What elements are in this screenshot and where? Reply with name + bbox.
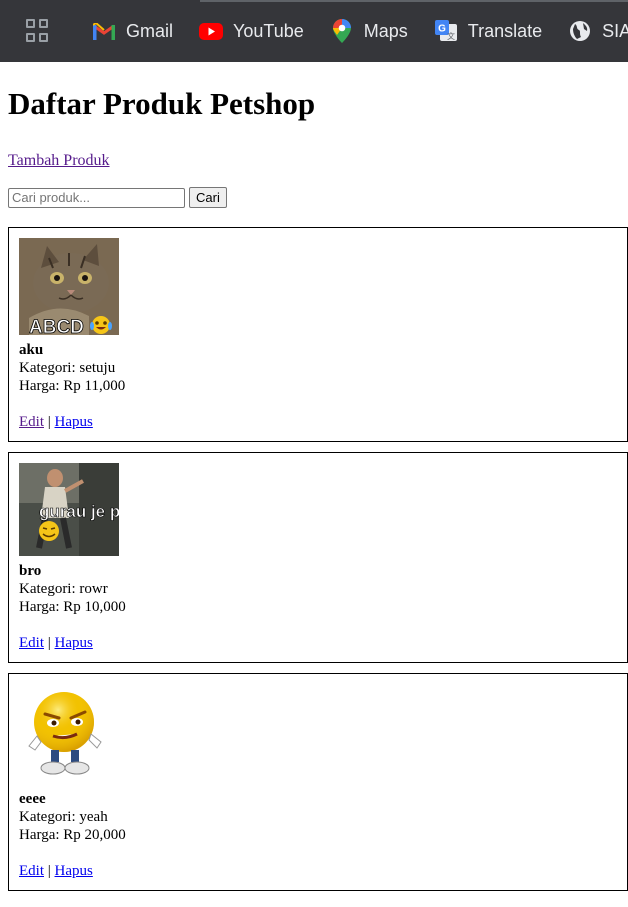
search-button[interactable]: Cari: [189, 187, 227, 208]
product-card: ABCD aku Kategori: setuju Harga: Rp 11,0…: [8, 227, 628, 442]
page-title: Daftar Produk Petshop: [8, 86, 316, 121]
bookmark-maps[interactable]: Maps: [330, 19, 408, 43]
product-actions: Edit | Hapus: [19, 862, 617, 880]
bookmark-siaki[interactable]: SIAKI: [568, 19, 628, 43]
product-category: Kategori: yeah: [19, 809, 108, 825]
product-name: eeee: [19, 791, 46, 807]
edit-link[interactable]: Edit: [19, 863, 44, 879]
svg-text:文: 文: [447, 31, 455, 41]
bookmark-label: YouTube: [233, 20, 304, 41]
svg-text:G: G: [438, 24, 446, 35]
gmail-icon: [92, 19, 116, 43]
action-separator: |: [47, 635, 51, 651]
product-price: Harga: Rp 10,000: [19, 599, 126, 615]
edit-link[interactable]: Edit: [19, 635, 44, 651]
search-form: Cari: [8, 187, 620, 208]
product-name: bro: [19, 563, 42, 579]
bookmark-label: Maps: [363, 20, 408, 41]
product-category: Kategori: setuju: [19, 360, 116, 376]
globe-icon: [568, 19, 592, 43]
bookmark-translate[interactable]: G文 Translate: [434, 19, 542, 43]
edit-link[interactable]: Edit: [19, 414, 44, 430]
action-separator: |: [47, 414, 51, 430]
product-card: gurau je pun bro Kategori: rowr Harga: R…: [8, 452, 628, 663]
search-input[interactable]: [8, 187, 185, 208]
bookmark-label: Translate: [467, 20, 543, 41]
youtube-icon: [199, 19, 224, 43]
bookmark-youtube[interactable]: YouTube: [199, 19, 304, 43]
bookmark-gmail[interactable]: Gmail: [92, 19, 173, 43]
maps-icon: [330, 19, 354, 43]
product-actions: Edit | Hapus: [19, 634, 617, 652]
bookmark-label: SIAKI: [602, 20, 628, 41]
product-image: gurau je pun: [19, 463, 119, 556]
product-price: Harga: Rp 20,000: [19, 827, 126, 843]
product-card: eeee Kategori: yeah Harga: Rp 20,000 Edi…: [8, 673, 628, 891]
product-actions: Edit | Hapus: [19, 413, 617, 431]
product-name: aku: [19, 342, 44, 358]
emoji-image: [19, 684, 119, 784]
image-caption-text: ABCD: [29, 317, 84, 335]
delete-link[interactable]: Hapus: [55, 863, 93, 879]
product-price: Harga: Rp 11,000: [19, 378, 126, 394]
product-category: Kategori: rowr: [19, 581, 108, 597]
image-caption-text: gurau je pun: [39, 502, 119, 521]
delete-link[interactable]: Hapus: [55, 414, 93, 430]
bookmark-label: Gmail: [126, 20, 174, 41]
action-separator: |: [47, 863, 51, 879]
delete-link[interactable]: Hapus: [55, 635, 93, 651]
page-content: Daftar Produk Petshop Tambah Produk Cari…: [0, 86, 628, 891]
translate-icon: G文: [434, 19, 458, 43]
product-image: ABCD: [19, 238, 119, 335]
add-product-link[interactable]: Tambah Produk: [8, 152, 110, 170]
apps-grid-icon[interactable]: [26, 19, 48, 43]
bookmarks-bar: Gmail YouTube Maps G文 Translate SIAKI: [0, 0, 628, 62]
